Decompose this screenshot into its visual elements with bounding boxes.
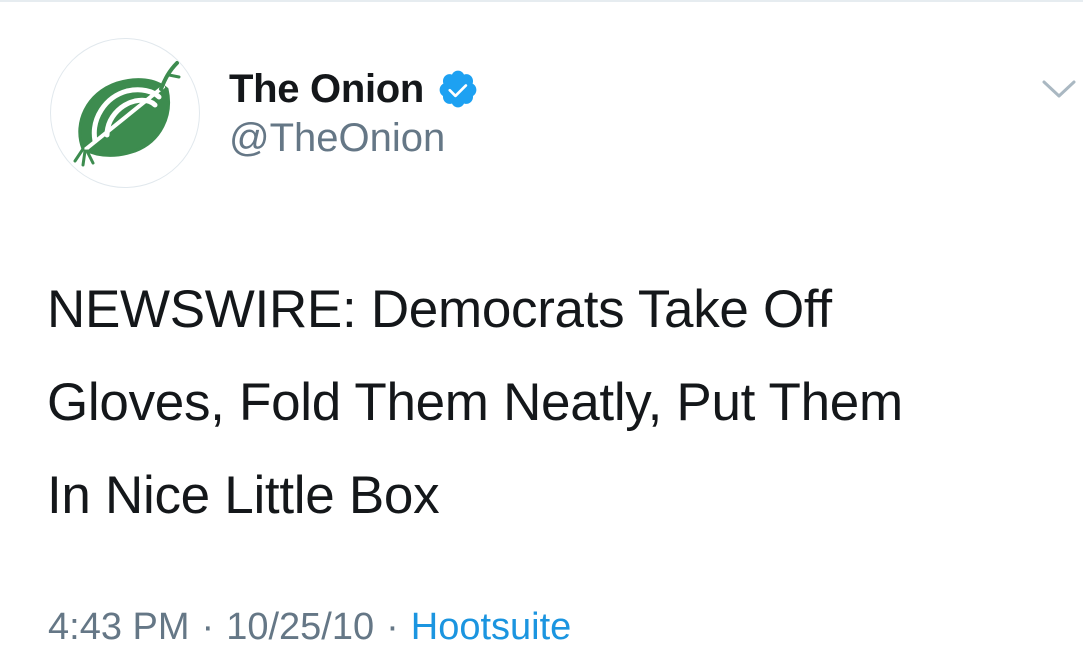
tweet-text: NEWSWIRE: Democrats Take Off Gloves, Fol… (47, 263, 1057, 542)
author-handle[interactable]: @TheOnion (229, 116, 445, 161)
meta-separator: · (201, 606, 215, 648)
onion-logo-icon (73, 61, 181, 167)
tweet-meta: 4:43 PM · 10/25/10 · Hootsuite (48, 606, 571, 649)
tweet-time[interactable]: 4:43 PM (48, 606, 190, 648)
author-name-row[interactable]: The Onion (229, 64, 479, 114)
tweet-text-line: In Nice Little Box (47, 466, 440, 525)
tweet-source-link[interactable]: Hootsuite (411, 606, 572, 648)
meta-separator: · (386, 606, 399, 648)
chevron-down-icon[interactable] (1040, 74, 1078, 104)
tweet-date[interactable]: 10/25/10 (226, 606, 374, 648)
verified-badge-icon (439, 70, 477, 108)
tweet-card: The Onion @TheOnion NEWSWIRE: Democrats … (0, 0, 1083, 672)
author-display-name[interactable]: The Onion (229, 67, 424, 112)
avatar[interactable] (50, 38, 200, 188)
tweet-text-line: NEWSWIRE: Democrats Take Off (47, 280, 832, 339)
tweet-text-line: Gloves, Fold Them Neatly, Put Them (47, 373, 903, 432)
